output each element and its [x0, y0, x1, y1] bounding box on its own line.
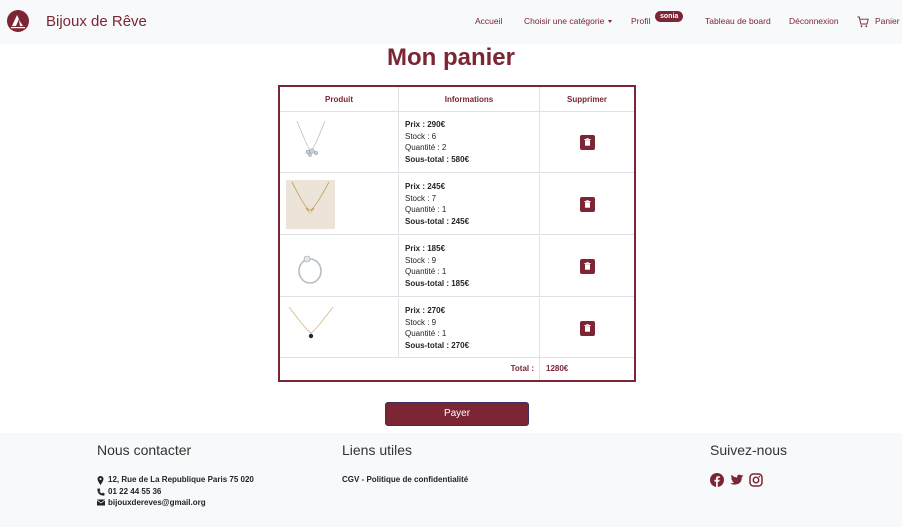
necklace-icon[interactable]: [286, 180, 335, 229]
nav-categories-dropdown[interactable]: Choisir une catégorie: [524, 16, 613, 26]
table-row: Prix : 185€ Stock : 9 Quantité : 1 Sous-…: [280, 236, 634, 297]
total-label: Total :: [510, 364, 534, 373]
page-title: Mon panier: [386, 44, 515, 71]
nav-accueil[interactable]: Accueil: [475, 16, 502, 26]
price: Prix : 270€: [405, 306, 446, 315]
table-row: Prix : 245€ Stock : 7 Quantité : 1 Sous-…: [280, 174, 634, 235]
nav-deconnexion-label: Déconnexion: [789, 16, 839, 26]
profile-badge: sonia: [655, 11, 684, 22]
delete-button[interactable]: [580, 197, 595, 212]
trash-icon: [584, 324, 591, 332]
nav-panier-label: Panier: [875, 16, 900, 26]
envelope-icon: [97, 499, 105, 506]
nav-profil-label: Profil: [631, 16, 651, 26]
subtotal: Sous-total : 245€: [405, 217, 470, 227]
footer-cgv-link[interactable]: CGV - Politique de confidentialité: [342, 475, 468, 484]
instagram-icon[interactable]: [749, 473, 763, 487]
phone-text: 01 22 44 55 36: [108, 487, 162, 496]
trash-icon: [584, 200, 591, 208]
brand-name[interactable]: Bijoux de Rêve: [46, 13, 147, 30]
header-supprimer: Supprimer: [566, 95, 607, 104]
quantity: Quantité : 2: [405, 143, 447, 153]
price: Prix : 245€: [405, 182, 446, 191]
quantity: Quantité : 1: [405, 205, 447, 215]
header-informations: Informations: [399, 87, 540, 111]
pay-button[interactable]: Payer: [385, 402, 529, 426]
nav-panier[interactable]: Panier: [875, 16, 900, 26]
ring-icon[interactable]: [287, 241, 335, 289]
nav-deconnexion[interactable]: Déconnexion: [789, 16, 839, 26]
email-text: bijouxdereves@gmail.org: [108, 498, 206, 507]
footer-contact-title: Nous contacter: [97, 442, 192, 458]
price: Prix : 290€: [405, 120, 446, 129]
delete-button[interactable]: [580, 259, 595, 274]
stock: Stock : 9: [405, 317, 437, 327]
subtotal: Sous-total : 580€: [405, 155, 470, 165]
subtotal: Sous-total : 185€: [405, 279, 470, 289]
caret-down-icon: [608, 20, 613, 23]
cart-table: Produit Informations Supprimer Prix : 29…: [278, 85, 636, 382]
map-marker-icon: [97, 476, 104, 485]
table-header-row: Produit Informations Supprimer: [280, 87, 634, 112]
table-row: Prix : 270€ Stock : 9 Quantité : 1 Sous-…: [280, 298, 634, 358]
trash-icon: [584, 262, 591, 270]
stock: Stock : 7: [405, 193, 437, 203]
stock: Stock : 9: [405, 255, 437, 265]
cart-icon[interactable]: [857, 15, 869, 28]
nav-accueil-label: Accueil: [475, 16, 503, 26]
footer-links-title: Liens utiles: [342, 442, 413, 458]
quantity: Quantité : 1: [405, 267, 447, 277]
subtotal: Sous-total : 270€: [405, 341, 470, 351]
quantity: Quantité : 1: [405, 329, 447, 339]
nav-tableau-label: Tableau de board: [705, 16, 771, 26]
necklace-icon[interactable]: [287, 117, 335, 165]
price: Prix : 185€: [405, 244, 446, 253]
delete-button[interactable]: [580, 135, 595, 150]
total-value: 1280€: [546, 364, 569, 373]
brand-logo-icon[interactable]: [7, 10, 29, 32]
phone-icon: [97, 488, 105, 496]
total-row: Total : 1280€: [280, 357, 634, 380]
facebook-icon[interactable]: [710, 473, 724, 487]
nav-tableau-de-board[interactable]: Tableau de board: [705, 16, 771, 26]
pendant-icon[interactable]: [287, 303, 335, 351]
delete-button[interactable]: [580, 321, 595, 336]
nav-profil[interactable]: Profil: [631, 16, 650, 26]
address-text: 12, Rue de La Republique Paris 75 020: [108, 475, 254, 484]
footer-social-title: Suivez-nous: [710, 442, 788, 458]
table-row: Prix : 290€ Stock : 6 Quantité : 2 Sous-…: [280, 112, 634, 173]
navbar: Bijoux de Rêve Accueil Choisir une catég…: [0, 0, 902, 44]
twitter-icon[interactable]: [729, 473, 744, 487]
footer: Nous contacter 12, Rue de La Republique …: [0, 433, 902, 527]
header-produit: Produit: [280, 87, 399, 111]
stock: Stock : 6: [405, 131, 437, 141]
trash-icon: [584, 138, 591, 146]
nav-categories-label: Choisir une catégorie: [524, 16, 605, 26]
